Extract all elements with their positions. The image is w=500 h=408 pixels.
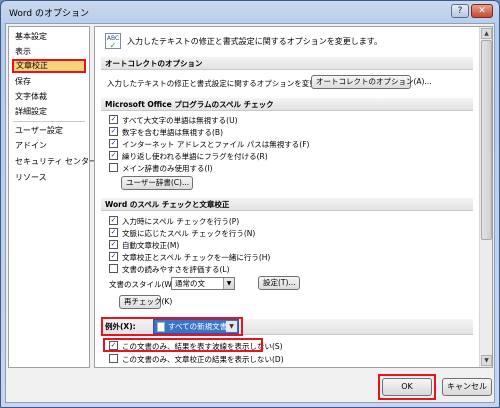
sidebar-item-save[interactable]: 保存 bbox=[13, 75, 85, 89]
flag-repeated-checkbox[interactable] bbox=[109, 151, 118, 160]
writing-style-label: 文書のスタイル(W): bbox=[109, 280, 178, 289]
ignore-numbers-label: 数字を含む単語は無視する(B) bbox=[122, 128, 223, 137]
check-spelling-as-type-checkbox[interactable] bbox=[109, 216, 118, 225]
section-header-autocorrect: オートコレクトのオプション bbox=[101, 57, 473, 70]
section-header-word-spelling: Word のスペル チェックと文章校正 bbox=[101, 198, 473, 211]
grammar-with-spelling-checkbox[interactable] bbox=[109, 252, 118, 261]
grammar-with-spelling-label: 文章校正とスペル チェックを一緒に行う(H) bbox=[122, 253, 271, 262]
hide-grammar-errors-checkbox[interactable] bbox=[109, 354, 118, 363]
section-header-office-spelling: Microsoft Office プログラムのスペル チェック bbox=[101, 98, 473, 111]
grammar-settings-button[interactable]: 設定(T)... bbox=[258, 276, 300, 290]
sidebar-item-resources[interactable]: リソース bbox=[13, 171, 85, 185]
readability-label: 文書の読みやすさを評価する(L) bbox=[122, 265, 230, 274]
hide-spelling-highlight-box bbox=[103, 338, 263, 352]
ignore-numbers-checkbox[interactable] bbox=[109, 127, 118, 136]
sidebar-divider bbox=[13, 121, 85, 122]
title-bar[interactable]: Word のオプション ? ✕ bbox=[1, 1, 499, 23]
sidebar-item-proofing[interactable]: 文章校正 bbox=[12, 59, 86, 73]
window-title: Word のオプション bbox=[9, 8, 89, 19]
ignore-uppercase-label: すべて大文字の単語は無視する(U) bbox=[122, 116, 238, 125]
proofing-abc-icon: ABC ✓ bbox=[105, 33, 121, 50]
auto-grammar-checkbox[interactable] bbox=[109, 240, 118, 249]
exceptions-highlight-box bbox=[101, 317, 243, 336]
dialog-client: 基本設定 表示 文章校正 保存 文字体裁 詳細設定 ユーザー設定 アドイン セキ… bbox=[5, 23, 495, 403]
check-spelling-as-type-label: 入力時にスペル チェックを行う(P) bbox=[122, 217, 240, 226]
hide-grammar-errors-label: この文書のみ、文章校正の結果を表示しない(D) bbox=[122, 355, 284, 364]
readability-checkbox[interactable] bbox=[109, 264, 118, 273]
autocorrect-description: 入力したテキストの修正と書式設定に関するオプションを変更します: bbox=[107, 79, 342, 88]
proofing-pane: ABC ✓ 入力したテキストの修正と書式設定に関するオプションを変更します。 オー… bbox=[94, 26, 493, 368]
vertical-scrollbar[interactable]: ▲ ▼ bbox=[479, 27, 492, 367]
sidebar-item-customize[interactable]: ユーザー設定 bbox=[13, 124, 85, 138]
auto-grammar-label: 自動文章校正(M) bbox=[122, 241, 180, 250]
close-button[interactable]: ✕ bbox=[471, 4, 493, 18]
recheck-document-button[interactable]: 再チェック(K) bbox=[119, 295, 172, 309]
dialog-footer: OK キャンセル bbox=[6, 368, 494, 402]
main-dictionary-only-checkbox[interactable] bbox=[109, 163, 118, 172]
main-dictionary-only-label: メイン辞書のみ使用する(I) bbox=[122, 164, 213, 173]
writing-style-value: 通常の文 bbox=[175, 279, 205, 288]
ignore-uppercase-checkbox[interactable] bbox=[109, 115, 118, 124]
ok-highlight-box bbox=[378, 374, 436, 400]
ignore-internet-label: インターネット アドレスとファイル パスは無視する(F) bbox=[122, 140, 310, 149]
writing-style-select[interactable]: 通常の文 ▼ bbox=[171, 277, 235, 290]
ignore-internet-checkbox[interactable] bbox=[109, 139, 118, 148]
chevron-down-icon: ▼ bbox=[223, 278, 234, 289]
custom-dictionaries-button[interactable]: ユーザー辞書(C)... bbox=[121, 176, 193, 190]
autocorrect-options-button[interactable]: オートコレクトのオプション(A)... bbox=[311, 75, 432, 89]
sidebar-item-trust-center[interactable]: セキュリティ センター bbox=[13, 155, 97, 169]
contextual-spelling-checkbox[interactable] bbox=[109, 228, 118, 237]
sidebar-item-addins[interactable]: アドイン bbox=[13, 139, 85, 153]
sidebar-item-basic[interactable]: 基本設定 bbox=[13, 30, 85, 44]
pane-description: 入力したテキストの修正と書式設定に関するオプションを変更します。 bbox=[127, 37, 382, 46]
scroll-down-icon[interactable]: ▼ bbox=[481, 355, 492, 366]
sidebar: 基本設定 表示 文章校正 保存 文字体裁 詳細設定 ユーザー設定 アドイン セキ… bbox=[8, 26, 97, 368]
help-button[interactable]: ? bbox=[451, 4, 469, 18]
word-options-dialog: Word のオプション ? ✕ 基本設定 表示 文章校正 保存 文字体裁 詳細設… bbox=[0, 0, 500, 408]
sidebar-item-display[interactable]: 表示 bbox=[13, 45, 85, 59]
cancel-button[interactable]: キャンセル bbox=[442, 378, 492, 396]
contextual-spelling-label: 文脈に応じたスペル チェックを行う(N) bbox=[122, 229, 256, 238]
flag-repeated-label: 繰り返し使われる単語にフラグを付ける(R) bbox=[122, 152, 268, 161]
sidebar-item-typography[interactable]: 文字体裁 bbox=[13, 90, 85, 104]
sidebar-item-advanced[interactable]: 詳細設定 bbox=[13, 105, 85, 119]
scrollbar-thumb[interactable] bbox=[481, 40, 492, 240]
scroll-up-icon[interactable]: ▲ bbox=[481, 28, 492, 39]
